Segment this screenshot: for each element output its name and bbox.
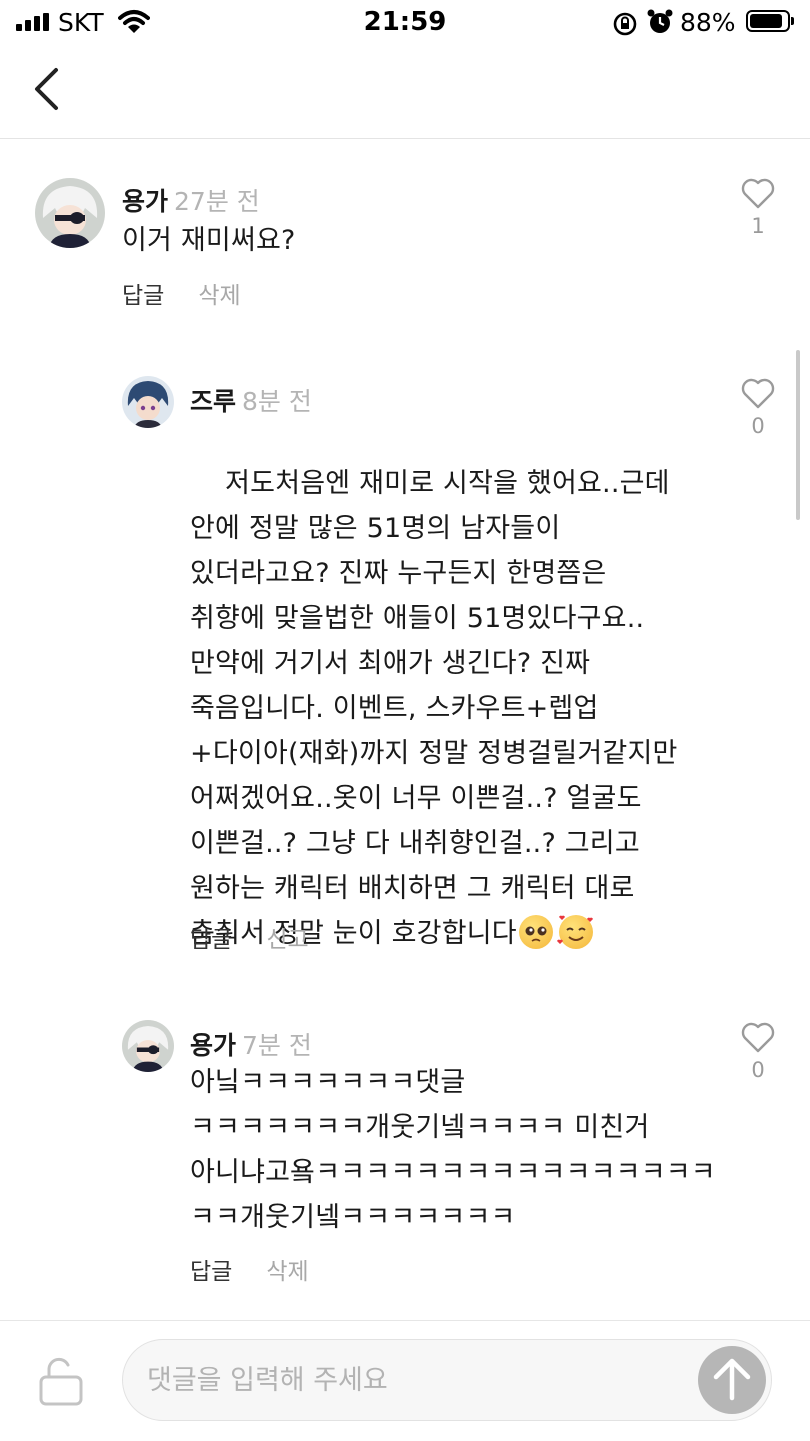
avatar[interactable] [122, 376, 174, 428]
smiling-face-with-hearts-emoji [556, 915, 593, 949]
comment-author[interactable]: 용가 [122, 187, 168, 216]
comment-item: 용가 27분 전 이거 재미써요? 답글 삭제 1 [0, 170, 810, 320]
heart-icon[interactable] [741, 1022, 775, 1054]
battery-icon [746, 10, 790, 32]
battery-percentage: 88% [680, 8, 736, 37]
heart-icon[interactable] [741, 178, 775, 210]
reply-button[interactable]: 답글 [122, 283, 164, 309]
comment-input-bar [0, 1320, 810, 1441]
report-button[interactable]: 신고 [266, 927, 308, 953]
comment-time: 8분 전 [242, 387, 312, 416]
arrow-up-icon [713, 1358, 751, 1401]
comment-item: 용가 7분 전 아닠ㅋㅋㅋㅋㅋㅋㅋ댓글 ㅋㅋㅋㅋㅋㅋㅋ개웃기넼ㅋㅋㅋㅋ 미친거 아… [0, 1014, 810, 1304]
comment-input-wrapper [122, 1339, 772, 1421]
delete-button[interactable]: 삭제 [266, 1259, 308, 1285]
comment-time: 27분 전 [174, 187, 260, 216]
back-button[interactable] [28, 66, 68, 112]
comment-author[interactable]: 즈루 [190, 387, 236, 416]
rotation-lock-icon [613, 12, 637, 36]
avatar[interactable] [35, 178, 105, 248]
avatar[interactable] [122, 1020, 174, 1072]
alarm-icon [647, 9, 673, 33]
comment-author[interactable]: 용가 [190, 1031, 236, 1060]
like-count: 0 [751, 1058, 765, 1082]
pleading-face-emoji [518, 915, 553, 949]
like-count: 1 [751, 214, 765, 238]
comment-text: 저도처음엔 재미로 시작을 했어요..근데 안에 정말 많은 51명의 남자들이… [190, 468, 678, 949]
nav-bar [0, 46, 810, 139]
status-bar: SKT 21:59 88% [0, 0, 810, 46]
heart-icon[interactable] [741, 378, 775, 410]
comment-item: 즈루 8분 전 저도처음엔 재미로 시작을 했어요..근데 안에 정말 많은 51… [0, 370, 810, 970]
reply-button[interactable]: 답글 [190, 927, 232, 953]
like-count: 0 [751, 414, 765, 438]
comment-text: 아닠ㅋㅋㅋㅋㅋㅋㅋ댓글 ㅋㅋㅋㅋㅋㅋㅋ개웃기넼ㅋㅋㅋㅋ 미친거 아니냐고욬ㅋㅋㅋ… [190, 1067, 716, 1233]
comment-time: 7분 전 [242, 1031, 312, 1060]
unlock-icon[interactable] [38, 1357, 84, 1407]
comment-text: 이거 재미써요? [122, 225, 296, 256]
delete-button[interactable]: 삭제 [198, 283, 240, 309]
comment-input[interactable] [147, 1340, 687, 1420]
send-button[interactable] [698, 1346, 766, 1414]
reply-button[interactable]: 답글 [190, 1259, 232, 1285]
scrollbar[interactable] [796, 350, 800, 520]
